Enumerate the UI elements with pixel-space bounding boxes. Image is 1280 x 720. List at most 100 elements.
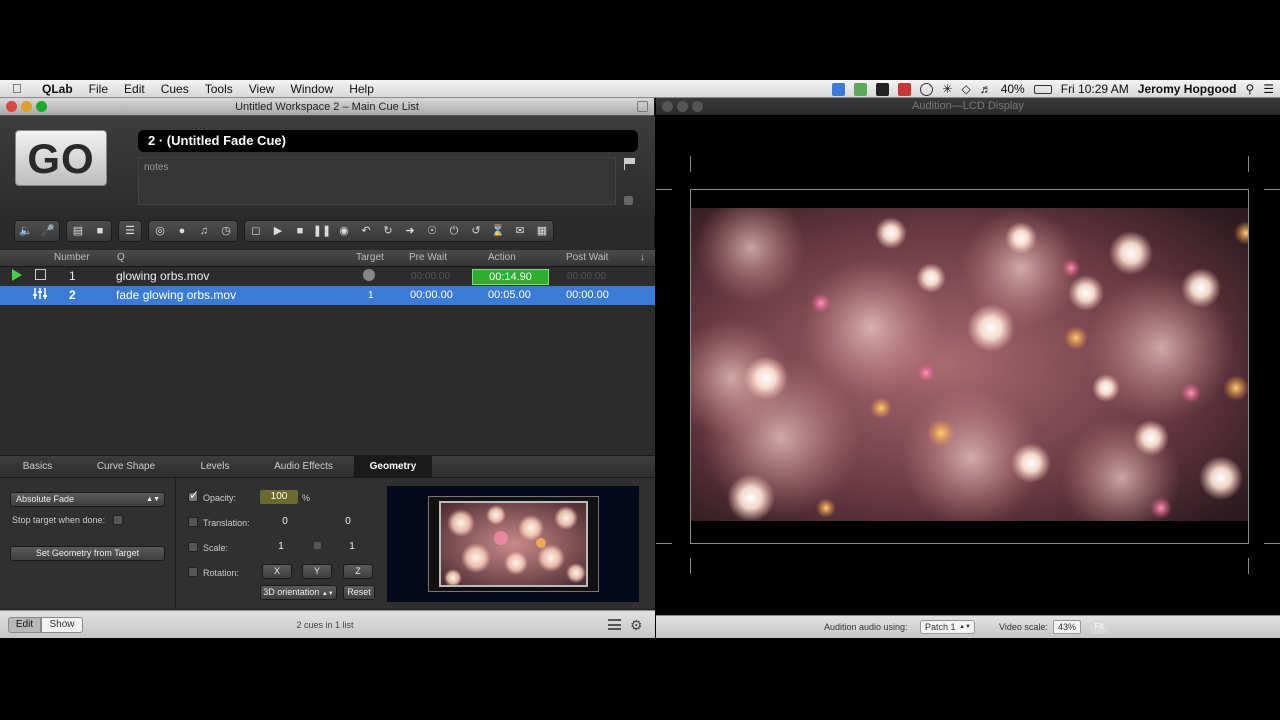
disarm-cue-icon[interactable]: ↺ — [465, 221, 487, 241]
sync-icon[interactable] — [854, 82, 868, 96]
menu-file[interactable]: File — [81, 82, 116, 96]
clock[interactable]: Fri 10:29 AM — [1061, 82, 1129, 96]
zoom-button[interactable] — [36, 101, 47, 112]
tab-geometry[interactable]: Geometry — [354, 456, 432, 478]
video-scale-input[interactable]: 43% — [1053, 620, 1081, 634]
stop-cue-icon[interactable]: ■ — [289, 221, 311, 241]
scale-x-input[interactable]: 1 — [261, 541, 301, 552]
fullscreen-icon[interactable] — [637, 101, 648, 112]
notes-field[interactable]: notes — [138, 157, 616, 205]
audio-patch-select[interactable]: Patch 1 ▲▼ — [920, 620, 975, 634]
rotation-x-button[interactable]: X — [262, 564, 292, 579]
opacity-input[interactable]: 100 — [260, 490, 298, 504]
tab-basics[interactable]: Basics — [0, 456, 75, 478]
spotlight-icon[interactable]: ⚲ — [1245, 82, 1254, 96]
col-number[interactable]: Number — [54, 252, 90, 263]
pause-cue-icon[interactable]: ❚❚ — [311, 221, 333, 241]
fade-mode-select[interactable]: Absolute Fade ▲▼ — [10, 492, 165, 507]
col-target[interactable]: Target — [356, 252, 384, 263]
memo-cue-icon[interactable]: ✉ — [509, 221, 531, 241]
menu-tools[interactable]: Tools — [197, 82, 241, 96]
menu-edit[interactable]: Edit — [116, 82, 153, 96]
gear-icon[interactable]: ⚙ — [630, 618, 643, 632]
goto-cue-icon[interactable]: ➜ — [399, 221, 421, 241]
rotation-z-button[interactable]: Z — [343, 564, 373, 579]
col-pre-wait[interactable]: Pre Wait — [409, 252, 447, 263]
wifi-icon[interactable]: ◇ — [961, 82, 970, 96]
tab-levels[interactable]: Levels — [177, 456, 253, 478]
set-geometry-button[interactable]: Set Geometry from Target — [10, 546, 165, 561]
rotation-y-button[interactable]: Y — [302, 564, 332, 579]
battery-percent[interactable]: 40% — [1001, 82, 1025, 96]
zoom-button[interactable] — [692, 101, 703, 112]
audio-cue-icon[interactable]: 🔈 — [15, 221, 37, 241]
drive-icon[interactable] — [876, 82, 890, 96]
minimize-button[interactable] — [21, 101, 32, 112]
cue-row[interactable]: 1 glowing orbs.mov 00:00.00 00:14.90 00:… — [0, 267, 655, 286]
lock-icon[interactable] — [314, 542, 321, 549]
translation-x-input[interactable]: 0 — [265, 516, 305, 527]
mic-cue-icon[interactable]: 🎤 — [37, 221, 59, 241]
user-name[interactable]: Jeromy Hopgood — [1138, 82, 1237, 96]
fit-button[interactable]: Fit — [1090, 620, 1108, 634]
load-cue-icon[interactable]: ◉ — [333, 221, 355, 241]
network-cue-icon[interactable]: ◎ — [149, 221, 171, 241]
orientation-select[interactable]: 3D orientation ▲▼ — [260, 585, 337, 600]
timecode-cue-icon[interactable]: ◷ — [215, 221, 237, 241]
go-button[interactable]: GO — [15, 130, 107, 186]
col-q[interactable]: Q — [117, 252, 125, 263]
menu-window[interactable]: Window — [283, 82, 342, 96]
fade-cue-icon[interactable]: ☰ — [119, 221, 141, 241]
translation-y-input[interactable]: 0 — [328, 516, 368, 527]
tab-audio-effects[interactable]: Audio Effects — [253, 456, 354, 478]
rotation-checkbox[interactable] — [188, 567, 198, 577]
col-action[interactable]: Action — [488, 252, 516, 263]
menu-view[interactable]: View — [241, 82, 283, 96]
time-machine-icon[interactable] — [920, 82, 934, 96]
stop-target-checkbox[interactable] — [113, 515, 123, 525]
show-mode-button[interactable]: Show — [41, 617, 83, 633]
cue-row[interactable]: 2 fade glowing orbs.mov 1 00:00.00 00:05… — [0, 286, 655, 305]
close-button[interactable] — [6, 101, 17, 112]
edit-mode-button[interactable]: Edit — [8, 617, 41, 633]
tab-curve-shape[interactable]: Curve Shape — [75, 456, 177, 478]
menu-help[interactable]: Help — [341, 82, 382, 96]
menu-cues[interactable]: Cues — [153, 82, 197, 96]
notes-toggle-icon[interactable] — [624, 196, 633, 205]
flag-icon[interactable] — [624, 158, 636, 170]
group-cue-icon[interactable]: ◻ — [245, 221, 267, 241]
scale-checkbox[interactable] — [188, 542, 198, 552]
sort-arrow-icon[interactable]: ↓ — [640, 252, 645, 263]
preview-thumbnail[interactable] — [439, 501, 588, 587]
reset-cue-icon[interactable]: ↶ — [355, 221, 377, 241]
apple-icon[interactable]:  — [12, 81, 34, 96]
wait-cue-icon[interactable]: ⌛ — [487, 221, 509, 241]
list-icon[interactable] — [608, 619, 621, 630]
video-cue-icon[interactable]: ▤ — [67, 221, 89, 241]
midi-cue-icon[interactable]: ● — [171, 221, 193, 241]
close-button[interactable] — [662, 101, 673, 112]
bluetooth-icon[interactable]: ✳ — [942, 82, 952, 96]
shield-icon[interactable] — [898, 82, 912, 96]
stage-border — [690, 543, 1249, 544]
start-cue-icon[interactable]: ▶ — [267, 221, 289, 241]
target-cue-icon[interactable]: ☉ — [421, 221, 443, 241]
skype-icon[interactable] — [832, 82, 846, 96]
devamp-cue-icon[interactable]: ↻ — [377, 221, 399, 241]
volume-icon[interactable]: ♬ — [980, 82, 992, 96]
menu-app[interactable]: QLab — [34, 82, 81, 96]
battery-icon[interactable] — [1033, 84, 1052, 94]
arm-cue-icon[interactable]: ⏻ — [443, 221, 465, 241]
minimize-button[interactable] — [677, 101, 688, 112]
script-cue-icon[interactable]: ▦ — [531, 221, 553, 241]
notification-icon[interactable]: ☰ — [1263, 82, 1274, 96]
col-post-wait[interactable]: Post Wait — [566, 252, 608, 263]
translation-checkbox[interactable] — [188, 517, 198, 527]
music-cue-icon[interactable]: ♫ — [193, 221, 215, 241]
audition-audio-label: Audition audio using: — [824, 622, 908, 632]
crop-guide — [1248, 156, 1249, 172]
target-icon[interactable] — [363, 269, 375, 281]
camera-cue-icon[interactable]: ■ — [89, 221, 111, 241]
scale-y-input[interactable]: 1 — [332, 541, 372, 552]
reset-button[interactable]: Reset — [343, 585, 375, 600]
